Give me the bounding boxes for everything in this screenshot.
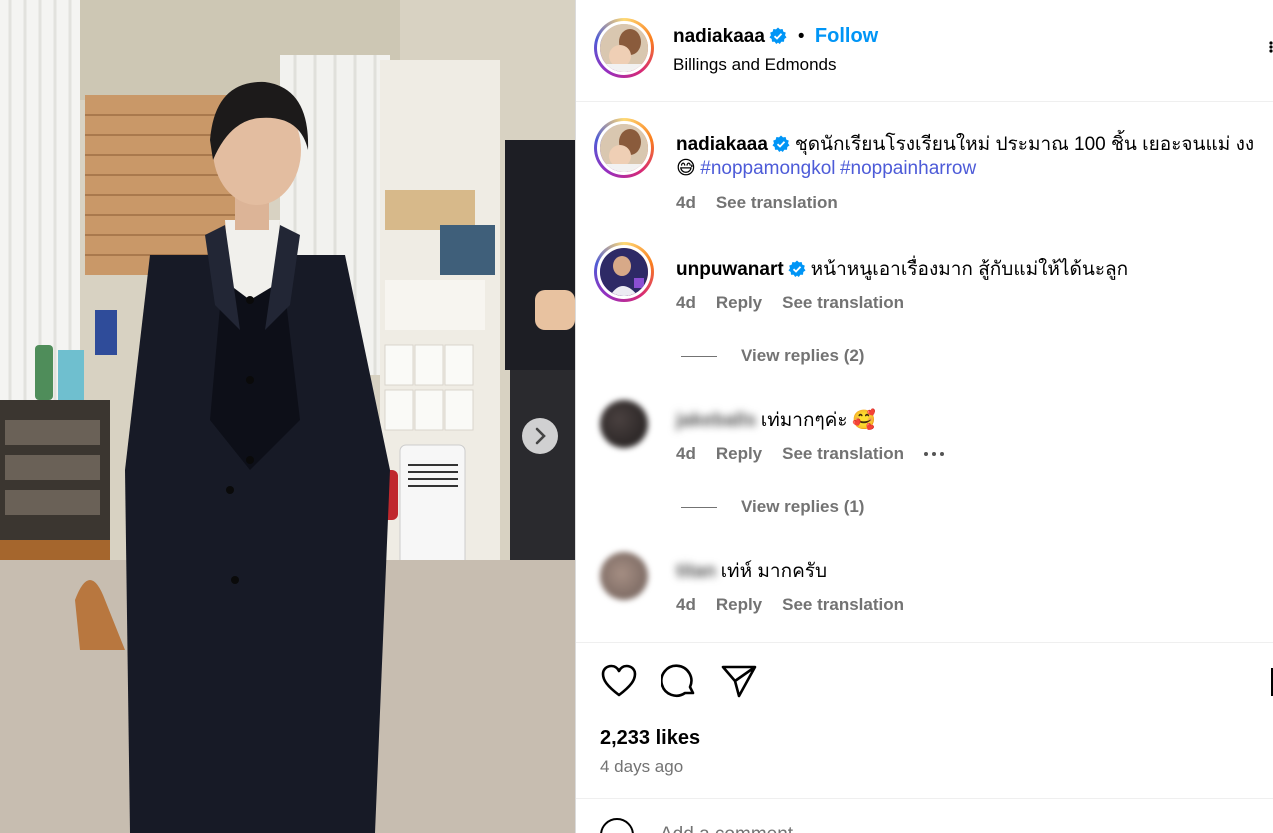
comment-meta: 4d Reply See translation — [676, 444, 945, 464]
next-photo-button[interactable] — [522, 418, 558, 454]
verified-badge-icon — [769, 27, 787, 50]
caption-avatar[interactable] — [594, 118, 654, 178]
caption-line: nadiakaaa ชุดนักเรียนโรงเรียนใหม่ ประมาณ… — [676, 129, 1254, 159]
header-separator: • — [797, 26, 805, 47]
share-icon — [721, 665, 757, 698]
more-options-icon[interactable] — [1269, 40, 1273, 53]
view-replies-button[interactable]: View replies (1) — [681, 497, 864, 517]
replies-line — [681, 506, 717, 508]
comment-username[interactable]: jakeballs — [676, 410, 756, 431]
emoji-icon[interactable] — [600, 818, 634, 833]
post-actions — [600, 662, 758, 700]
reply-button[interactable]: Reply — [716, 444, 762, 464]
hashtag-link[interactable]: #noppainharrow — [840, 158, 976, 179]
comment-avatar[interactable] — [600, 552, 648, 600]
follow-button[interactable]: Follow — [815, 25, 878, 47]
heart-icon — [601, 664, 637, 697]
comment-input-divider — [576, 798, 1273, 799]
post-photo-illustration — [0, 0, 575, 833]
comment-button[interactable] — [660, 662, 698, 700]
caption-age: 4d — [676, 193, 696, 212]
comment-avatar-image — [600, 248, 648, 296]
like-button[interactable] — [600, 662, 638, 700]
comment-username[interactable]: titan — [676, 561, 716, 582]
author-avatar[interactable] — [594, 18, 654, 78]
view-replies-label: View replies (1) — [741, 497, 865, 516]
comment-meta: 4d Reply See translation — [676, 595, 904, 615]
add-comment-bar: Add a comment... — [600, 818, 809, 833]
comment-meta: 4d Reply See translation — [676, 293, 904, 313]
header-divider — [576, 101, 1273, 102]
post-header: nadiakaaa • Follow — [673, 25, 878, 50]
comment-line: jakeballs เท่มากๆค่ะ 🥰 — [676, 405, 876, 435]
replies-line — [681, 355, 717, 357]
see-translation-link[interactable]: See translation — [782, 444, 904, 464]
share-button[interactable] — [720, 662, 758, 700]
see-translation-link[interactable]: See translation — [716, 193, 838, 213]
more-icon[interactable] — [924, 452, 945, 456]
reply-button[interactable]: Reply — [716, 595, 762, 615]
reply-button[interactable]: Reply — [716, 293, 762, 313]
comment-emoji: 🥰 — [852, 410, 876, 431]
comment-text: หน้าหนูเอาเรื่องมาก สู้กับแม่ให้ได้นะลูก — [810, 259, 1129, 280]
post-photo — [0, 0, 575, 833]
caption-meta: 4d See translation — [676, 193, 838, 213]
post-location[interactable]: Billings and Edmonds — [673, 55, 836, 75]
view-replies-button[interactable]: View replies (2) — [681, 346, 864, 366]
comment-age: 4d — [676, 293, 696, 312]
comment-text: เท่มากๆค่ะ — [760, 410, 848, 431]
actions-divider — [576, 642, 1273, 643]
comment-age: 4d — [676, 595, 696, 614]
see-translation-link[interactable]: See translation — [782, 293, 904, 313]
comment-line: unpuwanart หน้าหนูเอาเรื่องมาก สู้กับแม่… — [676, 254, 1128, 284]
comment-age: 4d — [676, 444, 696, 463]
likes-count[interactable]: 2,233 likes — [600, 727, 700, 750]
author-username[interactable]: nadiakaaa — [673, 26, 765, 47]
caption-line-2: 😅 #noppamongkol #noppainharrow — [676, 157, 976, 180]
caption-emoji: 😅 — [676, 158, 696, 179]
comment-avatar[interactable] — [600, 400, 648, 448]
post-details-panel: nadiakaaa • Follow Billings and Edmonds … — [575, 0, 1273, 833]
verified-badge-icon — [772, 135, 790, 158]
post-date: 4 days ago — [600, 757, 684, 776]
comment-line: titan เท่ห์ มากครับ — [676, 556, 827, 586]
comment-text: เท่ห์ มากครับ — [720, 561, 828, 582]
add-comment-input[interactable]: Add a comment... — [660, 824, 809, 833]
comment-avatar[interactable] — [594, 242, 654, 302]
comment-icon — [661, 664, 695, 698]
view-replies-label: View replies (2) — [741, 346, 865, 365]
caption-text: ชุดนักเรียนโรงเรียนใหม่ ประมาณ 100 ชิ้น … — [794, 134, 1255, 155]
caption-username[interactable]: nadiakaaa — [676, 134, 768, 155]
author-avatar-image — [600, 24, 648, 72]
caption-avatar-image — [600, 124, 648, 172]
comment-username[interactable]: unpuwanart — [676, 259, 784, 280]
chevron-right-icon — [535, 427, 546, 445]
verified-badge-icon — [788, 260, 806, 283]
hashtag-link[interactable]: #noppamongkol — [700, 158, 835, 179]
see-translation-link[interactable]: See translation — [782, 595, 904, 615]
